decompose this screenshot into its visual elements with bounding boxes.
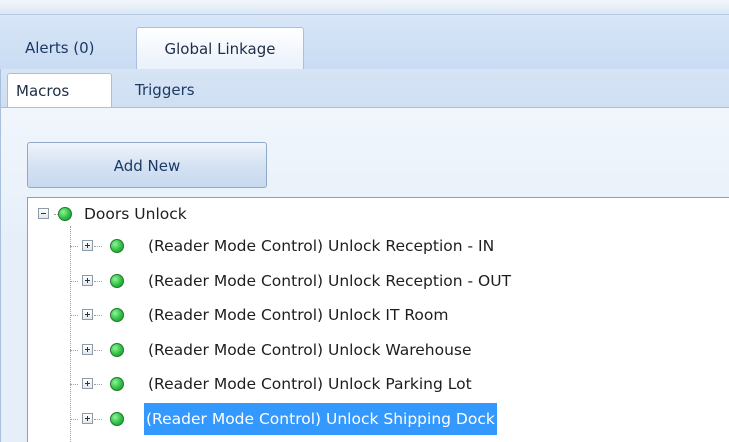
tab-triggers[interactable]: Triggers xyxy=(127,73,203,107)
add-new-button[interactable]: Add New xyxy=(27,142,267,188)
tree-connector-child xyxy=(94,281,102,282)
global-linkage-panel: Macros Triggers Add New Doors Unlock (Re… xyxy=(0,69,729,442)
tab-macros[interactable]: Macros xyxy=(7,73,112,107)
tree-child-node[interactable]: (Reader Mode Control) Unlock Parking Lot xyxy=(28,368,728,400)
tree-connector-child xyxy=(94,419,102,420)
tree-node-label: (Reader Mode Control) Unlock Reception -… xyxy=(148,237,495,255)
green-status-dot-icon xyxy=(110,377,124,391)
inner-tab-strip: Macros Triggers xyxy=(1,69,729,107)
tree-child-node[interactable]: (Reader Mode Control) Unlock IT Room xyxy=(28,299,728,331)
tree-connector-child xyxy=(70,246,78,247)
green-status-dot-icon xyxy=(110,412,124,426)
plus-box-icon[interactable] xyxy=(82,413,93,424)
green-status-dot-icon xyxy=(110,239,124,253)
tree-connector-child xyxy=(70,315,78,316)
plus-box-icon[interactable] xyxy=(82,240,93,251)
green-status-dot-icon xyxy=(110,308,124,322)
tree-child-node[interactable]: (Reader Mode Control) Unlock Reception -… xyxy=(28,265,728,297)
window-top-edge xyxy=(0,0,729,15)
tree-connector-child xyxy=(94,315,102,316)
tree-node-label: (Reader Mode Control) Unlock IT Room xyxy=(148,306,449,324)
tree-child-node[interactable]: (Reader Mode Control) Unlock Warehouse xyxy=(28,334,728,366)
tree-connector-child xyxy=(70,419,78,420)
tab-alerts[interactable]: Alerts (0) xyxy=(16,27,104,69)
plus-box-icon[interactable] xyxy=(82,344,93,355)
green-status-dot-icon xyxy=(58,207,72,221)
tree-child-node[interactable]: (Reader Mode Control) Unlock Reception -… xyxy=(28,230,728,262)
tree-connector-child xyxy=(70,384,78,385)
tree-root-node[interactable]: Doors Unlock xyxy=(28,198,728,230)
tree-node-label: Doors Unlock xyxy=(84,205,187,223)
tree-connector-child xyxy=(94,350,102,351)
plus-box-icon[interactable] xyxy=(82,309,93,320)
tree-connector-child xyxy=(70,281,78,282)
tree-connector-child xyxy=(94,384,102,385)
macro-tree[interactable]: Doors Unlock (Reader Mode Control) Unloc… xyxy=(27,197,729,442)
plus-box-icon[interactable] xyxy=(82,378,93,389)
green-status-dot-icon xyxy=(110,274,124,288)
outer-tab-strip: Alerts (0) Global Linkage xyxy=(0,15,729,69)
tab-global-linkage[interactable]: Global Linkage xyxy=(136,27,304,69)
tree-node-label: (Reader Mode Control) Unlock Warehouse xyxy=(148,341,472,359)
tree-node-label: (Reader Mode Control) Unlock Reception -… xyxy=(148,272,512,290)
tree-connector-child xyxy=(70,350,78,351)
tree-node-label: (Reader Mode Control) Unlock Parking Lot xyxy=(148,375,472,393)
macros-content: Add New Doors Unlock (Reader Mode Contro… xyxy=(1,107,729,442)
tree-node-label-selected: (Reader Mode Control) Unlock Shipping Do… xyxy=(144,403,497,435)
tree-child-node-selected[interactable]: (Reader Mode Control) Unlock Shipping Do… xyxy=(28,403,728,435)
plus-box-icon[interactable] xyxy=(82,275,93,286)
green-status-dot-icon xyxy=(110,343,124,357)
global-linkage-window: Alerts (0) Global Linkage Macros Trigger… xyxy=(0,0,729,442)
minus-box-icon[interactable] xyxy=(38,208,49,219)
tree-connector-child xyxy=(94,246,102,247)
